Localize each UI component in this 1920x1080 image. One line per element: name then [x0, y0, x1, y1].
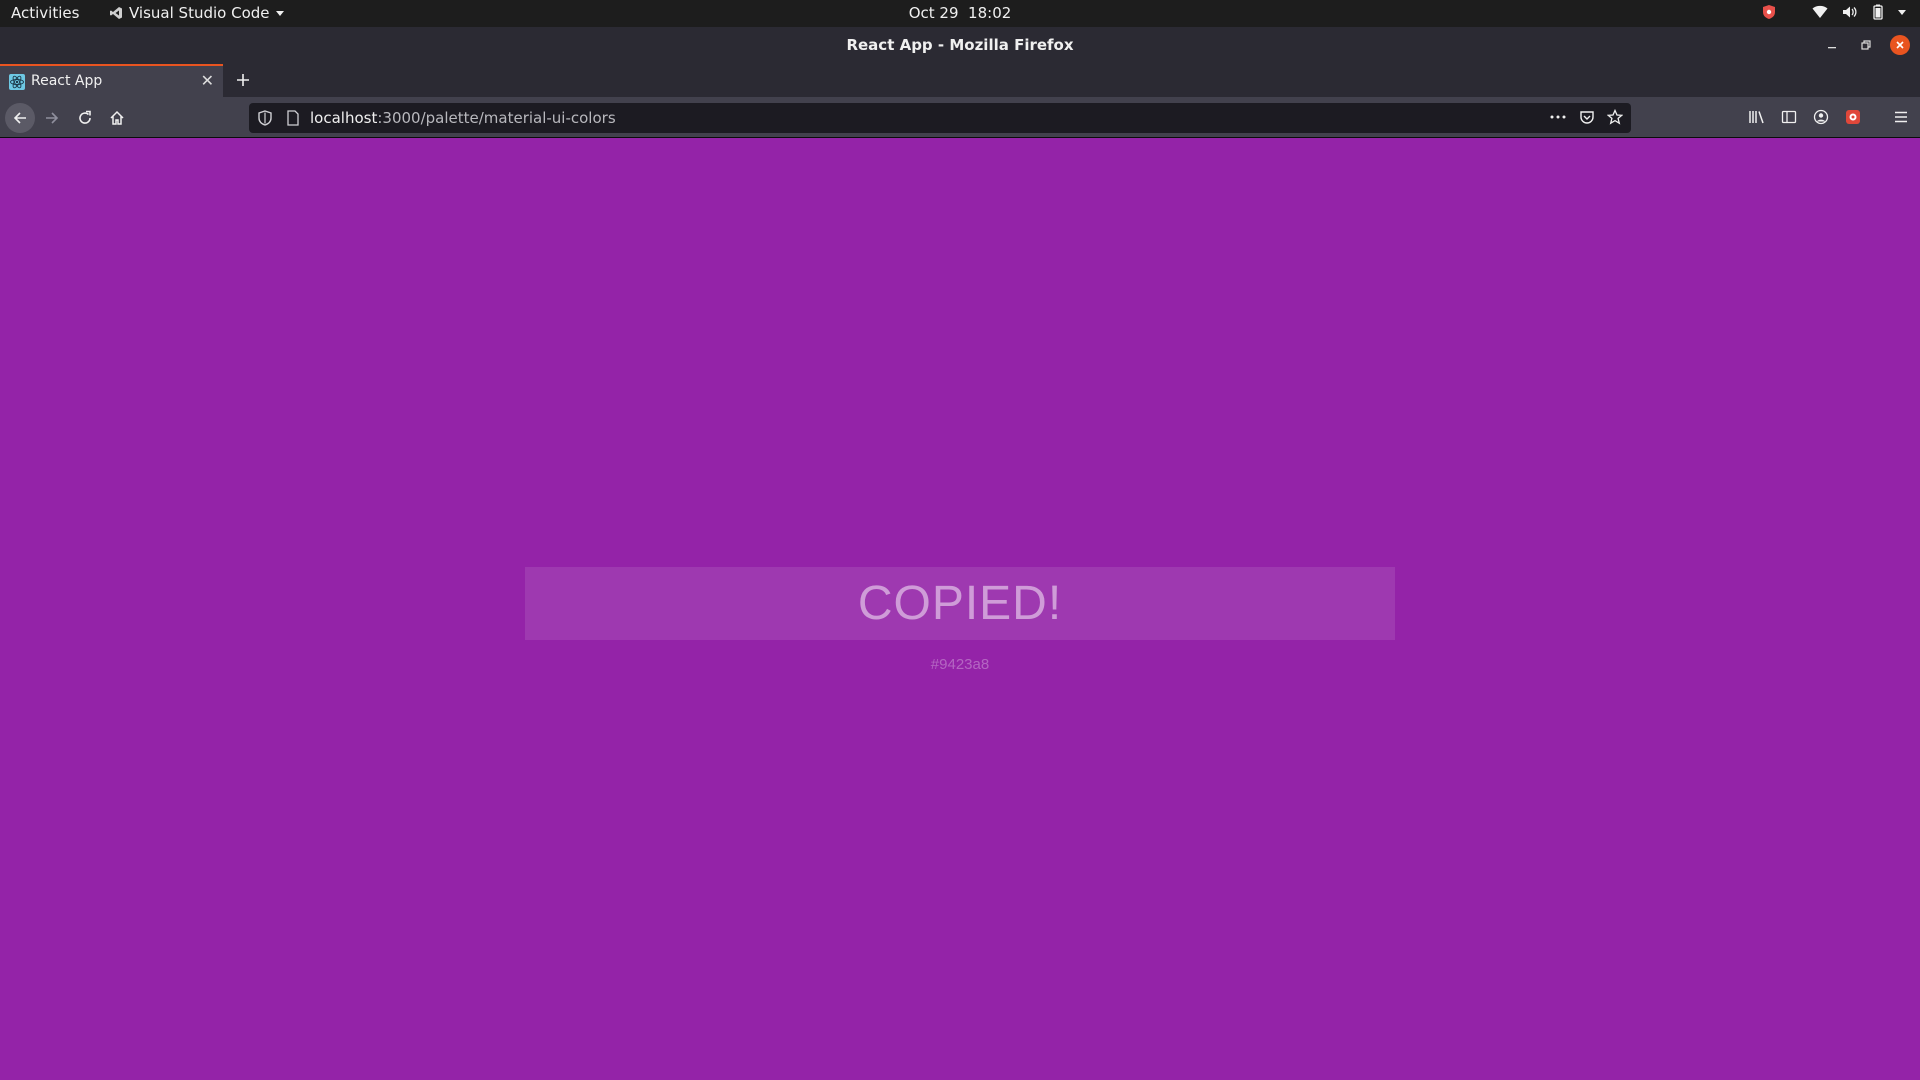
new-tab-button[interactable]: [230, 67, 256, 93]
copied-color-code: #9423a8: [930, 656, 990, 673]
volume-icon: [1843, 6, 1857, 18]
tab-react-app[interactable]: React App ✕: [0, 64, 223, 97]
plus-icon: [237, 74, 249, 86]
arrow-right-icon: [46, 112, 59, 124]
tab-strip: React App ✕: [0, 64, 1920, 97]
window-title-bar[interactable]: React App - Mozilla Firefox: [0, 27, 1920, 64]
back-button[interactable]: [5, 103, 35, 133]
copied-message: COPIED!: [857, 577, 1063, 630]
account-button[interactable]: [1810, 103, 1832, 131]
sidebar-icon: [1781, 110, 1797, 124]
url-host: localhost: [310, 109, 378, 127]
home-button[interactable]: [102, 103, 132, 133]
react-favicon-icon: [9, 74, 25, 90]
page-info-icon[interactable]: [287, 110, 299, 126]
account-icon: [1813, 109, 1829, 125]
url-path: :3000/palette/material-ui-colors: [377, 109, 616, 127]
minimize-icon: [1828, 47, 1836, 49]
clock-time: 18:02: [968, 4, 1012, 22]
toolbar-right: [1746, 103, 1912, 131]
tab-close-icon[interactable]: ✕: [201, 71, 214, 90]
library-icon: [1749, 111, 1764, 124]
battery-icon: [1873, 4, 1883, 20]
system-tray[interactable]: [1762, 4, 1906, 20]
window-title: React App - Mozilla Firefox: [846, 36, 1074, 54]
clock-date: Oct 29: [908, 4, 959, 22]
home-icon: [110, 110, 124, 125]
restore-icon: [1861, 40, 1871, 50]
navigation-toolbar: localhost:3000/palette/material-ui-color…: [0, 97, 1920, 138]
extension-icon: [1846, 110, 1860, 124]
system-top-bar: Activities Visual Studio Code Oct 29 18:…: [0, 0, 1920, 27]
reload-icon: [79, 110, 91, 124]
url-bar[interactable]: localhost:3000/palette/material-ui-color…: [249, 103, 1631, 133]
tracking-protection-shield-icon[interactable]: [258, 110, 272, 126]
reload-button[interactable]: [70, 103, 100, 133]
shield-icon: [1763, 5, 1775, 19]
system-menu-chevron-icon: [1898, 9, 1906, 15]
bookmark-star-icon[interactable]: [1607, 109, 1623, 125]
library-button[interactable]: [1746, 103, 1768, 131]
hamburger-menu-icon: [1895, 111, 1907, 123]
extension-button[interactable]: [1842, 103, 1864, 131]
clock[interactable]: Oct 29 18:02: [0, 4, 1920, 22]
chevron-down-icon: [275, 10, 284, 16]
pocket-icon[interactable]: [1579, 109, 1595, 125]
app-menu-label: Visual Studio Code: [129, 4, 270, 22]
wifi-icon: [1812, 5, 1828, 18]
forward-button[interactable]: [37, 103, 67, 133]
close-window-button[interactable]: [1890, 35, 1910, 55]
arrow-left-icon: [13, 112, 26, 124]
page-content[interactable]: COPIED! #9423a8: [0, 138, 1920, 1080]
activities-button[interactable]: Activities: [11, 4, 79, 22]
minimize-button[interactable]: [1822, 35, 1842, 55]
close-icon: [1896, 41, 1904, 49]
maximize-button[interactable]: [1856, 35, 1876, 55]
url-text[interactable]: localhost:3000/palette/material-ui-color…: [310, 109, 616, 127]
more-actions-icon[interactable]: [1549, 108, 1567, 126]
app-menu[interactable]: Visual Studio Code: [109, 4, 284, 22]
tab-label: React App: [31, 73, 103, 89]
vscode-icon: [110, 7, 122, 19]
app-menu-button[interactable]: [1890, 103, 1912, 131]
sidebar-button[interactable]: [1778, 103, 1800, 131]
url-actions: [1549, 108, 1623, 126]
copied-overlay-banner: COPIED!: [525, 567, 1395, 640]
window-controls: [1822, 35, 1910, 55]
